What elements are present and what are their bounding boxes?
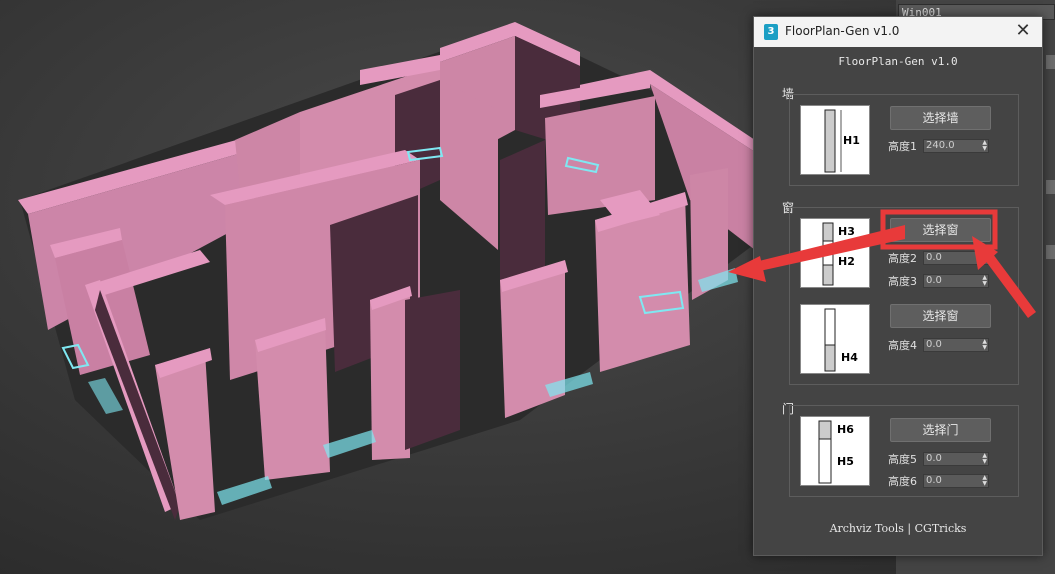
door-height-diagram: H6 H5 [800, 416, 870, 486]
window-h2-h3-diagram: H3 H2 [800, 218, 870, 288]
height6-row: 高度6 0.0 ▲ ▼ [888, 474, 998, 489]
height2-label: 高度2 [888, 252, 917, 265]
height4-value: 0.0 [926, 339, 942, 350]
height1-label: 高度1 [888, 140, 917, 153]
3ds-max-icon: 3 [764, 24, 778, 40]
h3-label: H3 [838, 225, 855, 238]
spinner-arrows-icon: ▲ ▼ [982, 251, 987, 264]
height6-value: 0.0 [926, 475, 942, 486]
select-window-button-1[interactable]: 选择窗 [890, 218, 991, 242]
height4-row: 高度4 0.0 ▲ ▼ [888, 338, 998, 353]
spinner-arrows-icon: ▲ ▼ [982, 139, 987, 152]
select-door-button[interactable]: 选择门 [890, 418, 991, 442]
height5-spinner[interactable]: 0.0 ▲ ▼ [923, 452, 989, 466]
close-icon[interactable]: ✕ [1012, 20, 1034, 42]
height5-value: 0.0 [926, 453, 942, 464]
height6-spinner[interactable]: 0.0 ▲ ▼ [923, 474, 989, 488]
h4-label: H4 [841, 351, 858, 364]
h6-label: H6 [837, 423, 854, 436]
h5-label: H5 [837, 455, 854, 468]
title-bar[interactable]: 3 FloorPlan-Gen v1.0 ✕ [754, 17, 1042, 47]
height1-value: 240.0 [926, 140, 955, 151]
panel-marker [1046, 180, 1055, 194]
h2-label: H2 [838, 255, 855, 268]
height2-row: 高度2 0.0 ▲ ▼ [888, 251, 998, 266]
spinner-arrows-icon: ▲ ▼ [982, 274, 987, 287]
wall-group: H1 选择墙 高度1 240.0 ▲ ▼ [789, 94, 1019, 186]
panel-marker [1046, 55, 1055, 69]
dialog-heading: FloorPlan-Gen v1.0 [838, 55, 958, 68]
select-wall-button[interactable]: 选择墙 [890, 106, 991, 130]
height4-label: 高度4 [888, 339, 917, 352]
height6-label: 高度6 [888, 475, 917, 488]
window-group: H3 H2 选择窗 高度2 0.0 ▲ ▼ 高度3 0.0 ▲ ▼ H4 选择窗 高度4… [789, 207, 1019, 385]
height1-row: 高度1 240.0 ▲ ▼ [888, 139, 998, 154]
height4-spinner[interactable]: 0.0 ▲ ▼ [923, 338, 989, 352]
height5-row: 高度5 0.0 ▲ ▼ [888, 452, 998, 467]
height3-row: 高度3 0.0 ▲ ▼ [888, 274, 998, 289]
wall-height-diagram: H1 [800, 105, 870, 175]
height1-spinner[interactable]: 240.0 ▲ ▼ [923, 139, 989, 153]
height3-spinner[interactable]: 0.0 ▲ ▼ [923, 274, 989, 288]
height3-label: 高度3 [888, 275, 917, 288]
window-title: FloorPlan-Gen v1.0 [785, 24, 900, 38]
height5-label: 高度5 [888, 453, 917, 466]
door-group: H6 H5 选择门 高度5 0.0 ▲ ▼ 高度6 0.0 ▲ ▼ [789, 405, 1019, 497]
panel-marker [1046, 245, 1055, 259]
window-h4-diagram: H4 [800, 304, 870, 374]
select-window-button-2[interactable]: 选择窗 [890, 304, 991, 328]
dialog-footer: Archviz Tools | CGTricks [829, 522, 967, 535]
h1-label: H1 [843, 134, 860, 147]
floorplan-gen-dialog: 3 FloorPlan-Gen v1.0 ✕ FloorPlan-Gen v1.… [753, 16, 1043, 556]
height3-value: 0.0 [926, 275, 942, 286]
spinner-arrows-icon: ▲ ▼ [982, 338, 987, 351]
spinner-arrows-icon: ▲ ▼ [982, 474, 987, 487]
spinner-arrows-icon: ▲ ▼ [982, 452, 987, 465]
height2-value: 0.0 [926, 252, 942, 263]
height2-spinner[interactable]: 0.0 ▲ ▼ [923, 251, 989, 265]
